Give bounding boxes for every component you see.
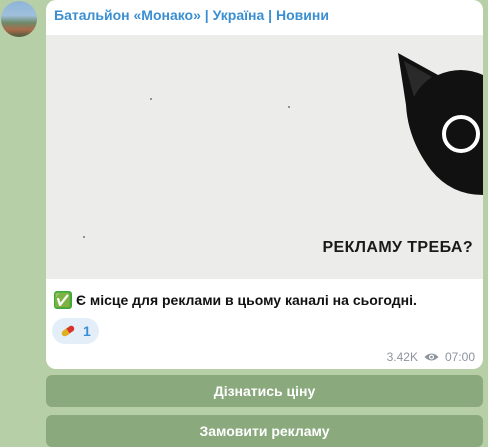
reaction-chip[interactable]: 1	[52, 318, 99, 344]
image-caption: РЕКЛАМУ ТРЕБА?	[322, 239, 473, 256]
channel-name[interactable]: Батальйон «Монако» | Україна | Новини	[54, 7, 329, 23]
post-text: ✅ Є місце для реклами в цьому каналі на …	[54, 291, 417, 309]
post-image[interactable]: РЕКЛАМУ ТРЕБА?	[46, 35, 483, 279]
post-text-content: Є місце для реклами в цьому каналі на сь…	[76, 292, 417, 308]
post-time: 07:00	[444, 350, 475, 364]
order-ad-button[interactable]: Замовити рекламу	[46, 415, 483, 447]
post-meta: 3.42K 07:00	[387, 350, 475, 364]
message-bubble: Батальйон «Монако» | Україна | Новини РЕ…	[46, 0, 483, 369]
pill-icon	[61, 325, 75, 337]
eye-icon	[424, 353, 439, 361]
reaction-count: 1	[83, 323, 91, 339]
views-count: 3.42K	[386, 350, 418, 364]
check-mark-icon: ✅	[54, 291, 72, 309]
price-button[interactable]: Дізнатись ціну	[46, 375, 483, 407]
channel-avatar[interactable]	[1, 1, 37, 37]
